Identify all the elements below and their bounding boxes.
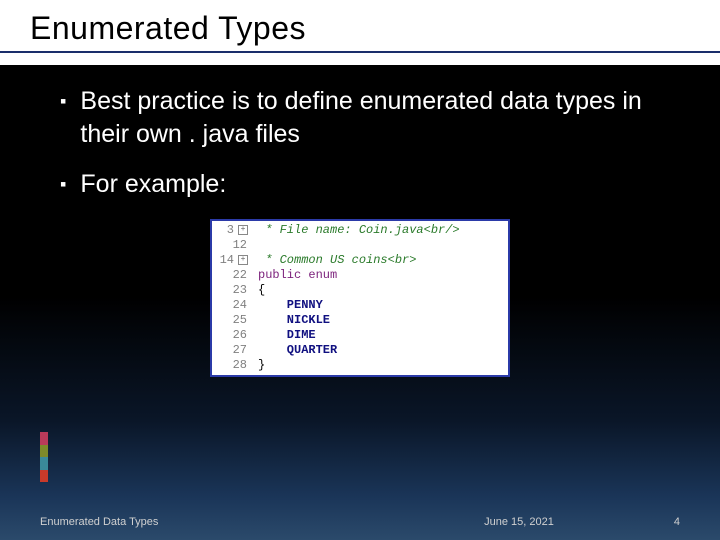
gutter-line: 27 — [214, 343, 248, 358]
slide-body: ▪ Best practice is to define enumerated … — [0, 65, 720, 377]
gutter-line: 12 — [214, 238, 248, 253]
gutter-line: 25 — [214, 313, 248, 328]
code-line: public enum Coin — [258, 268, 460, 283]
decorative-color-stripe — [40, 432, 48, 482]
footer-date: June 15, 2021 — [158, 516, 673, 528]
code-line: QUARTER — [258, 343, 460, 358]
code-line: { — [258, 283, 460, 298]
gutter-line: 26 — [214, 328, 248, 343]
code-line: NICKLE, — [258, 313, 460, 328]
gutter-line: 23 — [214, 283, 248, 298]
gutter-line: 22 — [214, 268, 248, 283]
bullet-marker: ▪ — [60, 91, 66, 112]
title-underline — [0, 51, 720, 53]
title-band: Enumerated Types — [0, 0, 720, 65]
footer-left: Enumerated Data Types — [40, 516, 158, 528]
code-body: * File name: Coin.java<br/> * Common US … — [252, 221, 466, 375]
slide-footer: Enumerated Data Types June 15, 2021 4 — [0, 516, 720, 528]
gutter-line: 3+ — [214, 223, 248, 238]
code-line: * File name: Coin.java<br/> — [258, 223, 460, 238]
bullet-item: ▪ For example: — [60, 168, 660, 201]
code-line: PENNY, — [258, 298, 460, 313]
bullet-text: Best practice is to define enumerated da… — [80, 85, 660, 150]
bullet-item: ▪ Best practice is to define enumerated … — [60, 85, 660, 150]
slide-title: Enumerated Types — [30, 10, 690, 47]
gutter-line: 14+ — [214, 253, 248, 268]
code-line — [258, 238, 460, 253]
gutter-line: 28 — [214, 358, 248, 373]
bullet-marker: ▪ — [60, 174, 66, 195]
fold-expand-icon[interactable]: + — [238, 255, 248, 265]
bullet-text: For example: — [80, 168, 226, 201]
code-line: } — [258, 358, 460, 373]
fold-expand-icon[interactable]: + — [238, 225, 248, 235]
code-line: * Common US coins<br> — [258, 253, 460, 268]
code-snippet: 3+1214+22232425262728 * File name: Coin.… — [210, 219, 510, 377]
code-line: DIME, — [258, 328, 460, 343]
code-gutter: 3+1214+22232425262728 — [212, 221, 252, 375]
gutter-line: 24 — [214, 298, 248, 313]
footer-page-number: 4 — [674, 516, 680, 528]
